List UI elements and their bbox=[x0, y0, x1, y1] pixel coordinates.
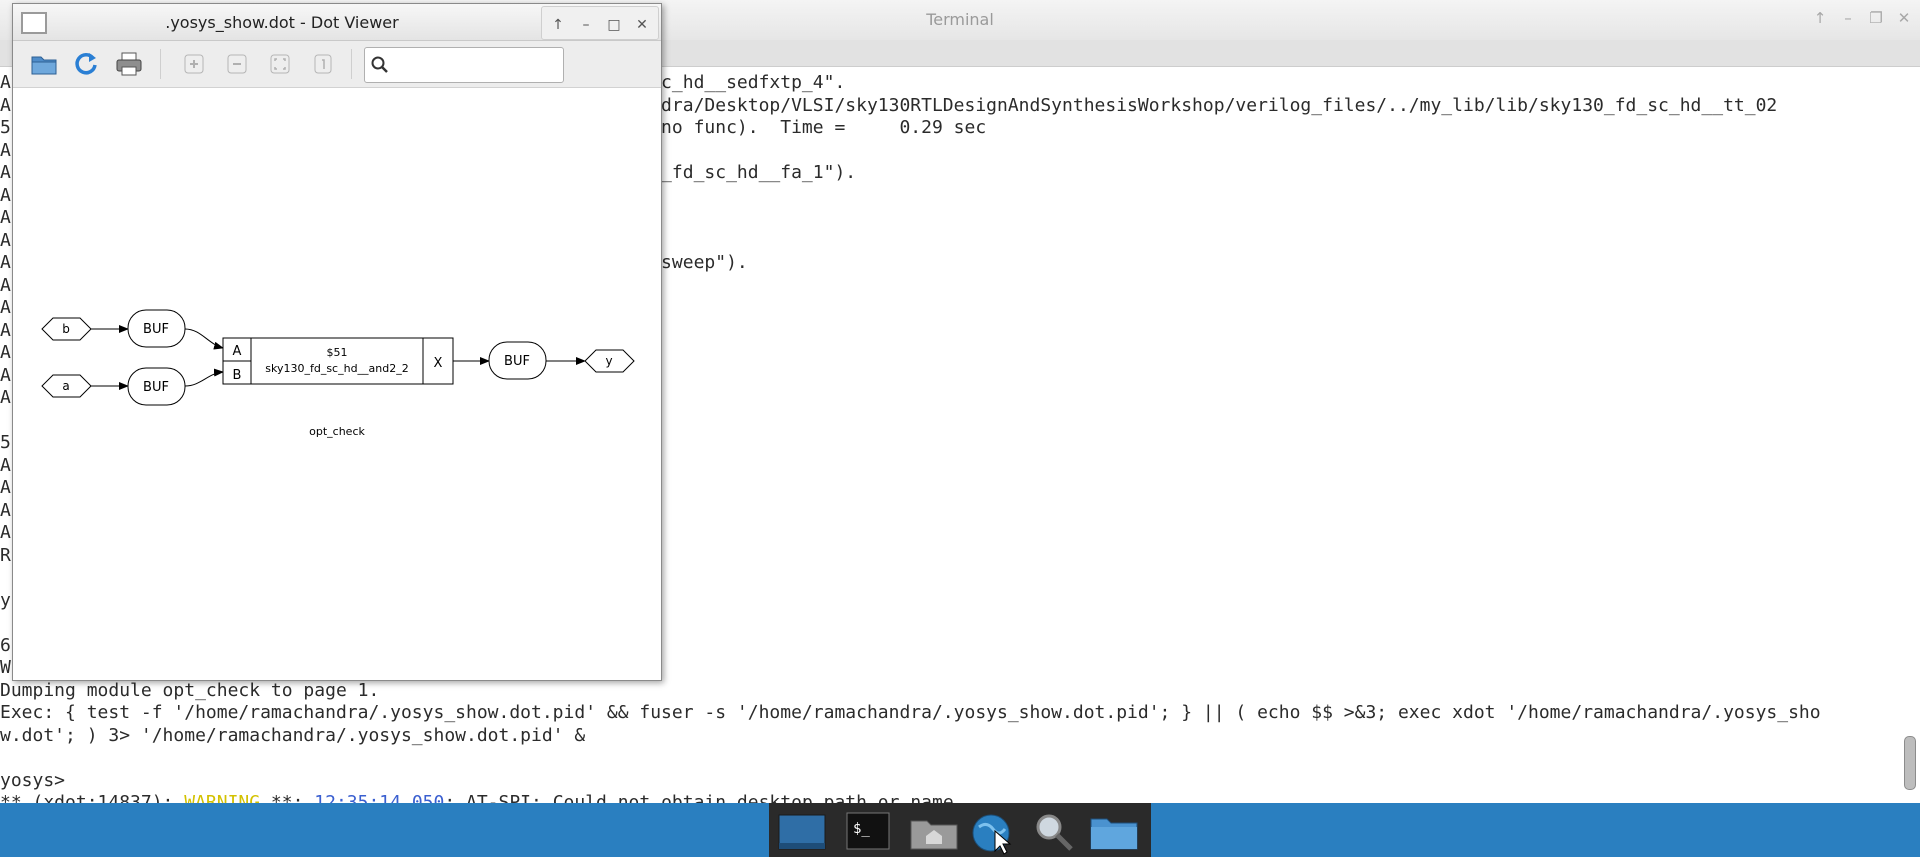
reload-icon[interactable] bbox=[71, 49, 101, 79]
buffer-node-1[interactable]: BUF bbox=[127, 309, 186, 348]
cell-type: sky130_fd_sc_hd__and2_2 bbox=[265, 362, 409, 375]
terminal-minimize-button[interactable]: – bbox=[1838, 8, 1858, 28]
search-app-icon[interactable] bbox=[1025, 807, 1085, 855]
cell-port-x: X bbox=[434, 356, 443, 371]
buffer-label: BUF bbox=[504, 354, 530, 369]
cell-and2[interactable]: A B $51 sky130_fd_sc_hd__and2_2 X bbox=[222, 337, 454, 385]
terminal-warning-line: ** (xdot:14837): WARNING **: 12:35:14.05… bbox=[0, 792, 1900, 803]
zoom-in-icon[interactable] bbox=[179, 49, 209, 79]
minimize-button[interactable]: – bbox=[576, 15, 596, 35]
buffer-node-3[interactable]: BUF bbox=[488, 341, 547, 380]
folder-open-icon[interactable] bbox=[29, 49, 59, 79]
maximize-button[interactable]: □ bbox=[604, 15, 624, 35]
taskbar: $_ bbox=[0, 803, 1920, 857]
output-port-y[interactable]: y bbox=[584, 349, 635, 373]
web-browser-icon[interactable] bbox=[965, 807, 1025, 855]
input-port-a[interactable]: a bbox=[41, 374, 92, 398]
dock: $_ bbox=[769, 803, 1151, 857]
search-input[interactable] bbox=[364, 47, 564, 83]
dot-viewer-title: .yosys_show.dot - Dot Viewer bbox=[165, 13, 399, 32]
module-name: opt_check bbox=[309, 425, 365, 438]
zoom-out-icon[interactable] bbox=[222, 49, 252, 79]
dot-viewer-window[interactable]: .yosys_show.dot - Dot Viewer ↑ – □ ✕ b a… bbox=[12, 3, 662, 681]
file-manager-icon[interactable] bbox=[1085, 807, 1145, 855]
zoom-100-icon[interactable] bbox=[308, 49, 338, 79]
search-icon bbox=[371, 56, 388, 73]
warning-prefix: ** (xdot:14837): bbox=[0, 792, 185, 803]
terminal-maximize-button[interactable]: ❐ bbox=[1866, 8, 1886, 28]
toolbar-separator bbox=[160, 49, 161, 79]
warning-warning: WARNING bbox=[184, 792, 261, 803]
terminal-line: Exec: { test -f '/home/ramachandra/.yosy… bbox=[0, 702, 1821, 723]
svg-text:$_: $_ bbox=[853, 821, 870, 837]
print-icon[interactable] bbox=[114, 49, 144, 79]
terminal-scrollbar[interactable] bbox=[1904, 736, 1916, 790]
terminal-line: yosys> bbox=[0, 769, 66, 791]
terminal-up-icon[interactable]: ↑ bbox=[1810, 8, 1830, 28]
warning-mid: **: bbox=[260, 792, 315, 803]
warning-time: 12:35:14.050 bbox=[314, 792, 445, 803]
input-label-b: b bbox=[62, 322, 70, 336]
input-port-b[interactable]: b bbox=[41, 317, 92, 341]
home-folder-icon[interactable] bbox=[905, 807, 965, 855]
input-label-a: a bbox=[62, 379, 69, 393]
graph-canvas[interactable]: b a BUF BUF A B $51 sky130_fd_sc_hd__and… bbox=[13, 88, 661, 678]
terminal-close-button[interactable]: ✕ bbox=[1894, 8, 1914, 28]
terminal-line: Dumping module opt_check to page 1. bbox=[0, 679, 380, 701]
edge bbox=[184, 328, 224, 350]
output-label-y: y bbox=[605, 354, 612, 368]
cell-id: $51 bbox=[327, 346, 348, 359]
edge bbox=[184, 368, 224, 387]
zoom-fit-icon[interactable] bbox=[265, 49, 295, 79]
show-desktop-icon[interactable] bbox=[773, 807, 833, 855]
dot-viewer-controls: ↑ – □ ✕ bbox=[541, 6, 659, 40]
buffer-label: BUF bbox=[143, 322, 169, 337]
close-button[interactable]: ✕ bbox=[632, 15, 652, 35]
terminal-line: w.dot'; ) 3> '/home/ramachandra/.yosys_s… bbox=[0, 724, 586, 746]
buffer-label: BUF bbox=[143, 380, 169, 395]
toolbar-separator bbox=[351, 49, 352, 79]
buffer-node-2[interactable]: BUF bbox=[127, 367, 186, 406]
cell-port-b: B bbox=[233, 368, 242, 383]
keep-above-icon[interactable]: ↑ bbox=[548, 15, 568, 35]
dot-viewer-titlebar[interactable]: .yosys_show.dot - Dot Viewer ↑ – □ ✕ bbox=[13, 4, 661, 41]
cell-port-a: A bbox=[233, 344, 242, 359]
terminal-icon[interactable]: $_ bbox=[839, 807, 899, 855]
warning-rest: : AT-SPI: Could not obtain desktop path … bbox=[444, 792, 954, 803]
